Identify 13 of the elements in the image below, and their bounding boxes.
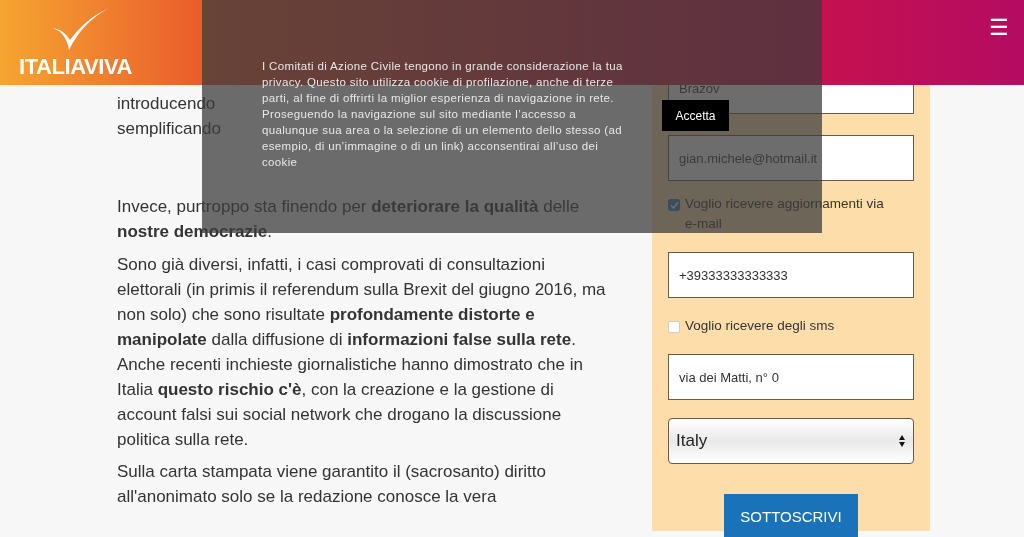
cookie-notice: I Comitati di Azione Civile tengono in grande considerazione la tua privacy. Questo sito utilizza cookie di profilazione, anche di terze parti, al fine di offrirti la miglior esperienza di navigazione in rete. Proseguendo la navigazione sul sito mediante l’accesso a qualunque sua area o la selezione di un elemento dello stesso (ad esempio, di un’immagine o di un link) acconsentirai all’uso dei cookie	[262, 59, 624, 170]
subscribe-button[interactable]: SOTTOSCRIVI	[724, 494, 858, 537]
accept-button[interactable]: Accetta	[662, 100, 729, 131]
input-field[interactable]: via dei Matti, n° 0	[668, 354, 914, 400]
article-paragraph: Sulla carta stampata viene garantito il (sacrosanto) diritto all'anonimato solo se la redazione conosce la vera	[117, 461, 547, 508]
article-paragraph: Anche recenti inchieste giornalistiche hanno dimostrato che in Italia questo rischio c'è, con la creazione e la gestione di account falsi sui social network che drogano la discussione politica sulla rete.	[117, 354, 584, 451]
country-select[interactable]: Italy	[668, 418, 914, 464]
logo-text: ITALIAVIVA	[19, 56, 132, 78]
dropdown-arrows-icon	[898, 434, 906, 448]
article-paragraph: Sono già diversi, infatti, i casi comprovati di consultazioni elettorali (in primis il referendum sulla Brexit del giugno 2016, ma non solo) che sono risultate profondamente distorte e manipolate dalla diffusione di informazioni false sulla rete.	[117, 254, 607, 351]
checkbox-label: Voglio ricevere degli sms	[685, 317, 836, 335]
checkbox[interactable]	[668, 321, 680, 333]
input-field[interactable]: +39333333333333	[668, 252, 914, 298]
